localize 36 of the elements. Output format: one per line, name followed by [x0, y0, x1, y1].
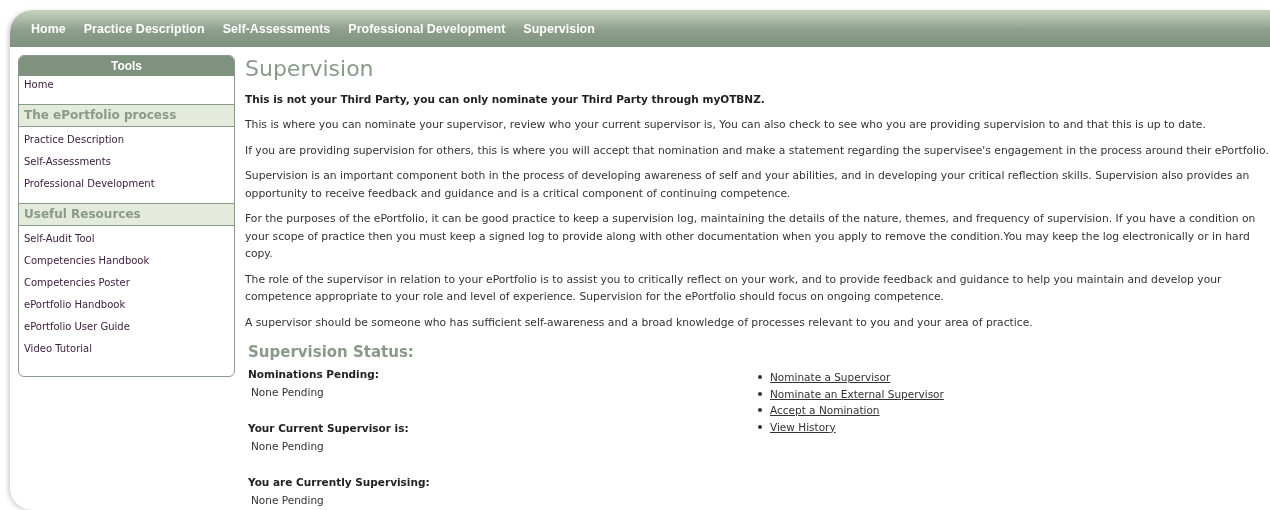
- action-link[interactable]: Accept a Nomination: [770, 404, 880, 417]
- sidebar-link[interactable]: Competencies Handbook: [19, 252, 234, 274]
- sidebar-link[interactable]: ePortfolio Handbook: [19, 296, 234, 318]
- paragraph: For the purposes of the ePortfolio, it can be good practice to keep a supervision log, maintaining the details of the nature, themes, and frequency of supervision. If you have a condition on your scope of practice then you must keep a signed log to provide along with other documentation when you apply to remove the condition.You may keep the log electronically or in hard copy.: [245, 211, 1257, 262]
- sidebar-link[interactable]: Self-Audit Tool: [19, 230, 234, 252]
- action-link[interactable]: View History: [770, 420, 836, 433]
- paragraph: Supervision is an important component both in the process of developing awareness of self and your abilities, and in developing your critical reflection skills. Supervision also provides an opportunity to receive feedback and guidance and is a critical component of continuing competence.: [245, 168, 1251, 202]
- paragraph: A supervisor should be someone who has sufficient self-awareness and a broad knowledge of processes relevant to you and your area of practice.: [245, 314, 1034, 331]
- section-title: Supervision Status:: [248, 343, 415, 361]
- page-title: Supervision: [245, 56, 375, 82]
- paragraph: This is where you can nominate your supervisor, review who your current supervisor is, You can also check to see who you are providing supervision to and that this is up to date.: [245, 117, 1207, 133]
- section-heading: The ePortfolio process: [19, 104, 234, 127]
- status-label: You are Currently Supervising:: [248, 475, 431, 490]
- notice-text: This is not your Third Party, you can only nominate your Third Party through myOTBNZ.: [245, 92, 766, 107]
- status-value: None Pending: [250, 439, 325, 454]
- section-heading: Useful Resources: [19, 203, 234, 226]
- sidebar-link[interactable]: Home: [19, 76, 234, 98]
- bullet-icon: [758, 408, 762, 413]
- sidebar-link[interactable]: Self-Assessments: [19, 153, 234, 175]
- paragraph: The role of the supervisor in relation to your ePortfolio is to assist you to critically reflect on your work, and to provide feedback and guidance to help you maintain and develop your competence appropriate to your role and level of experience. Supervision for the ePortfolio should focus on ongoing competence.: [245, 271, 1223, 305]
- status-label: Your Current Supervisor is:: [248, 421, 410, 436]
- sidebar-link[interactable]: Professional Development: [19, 175, 234, 197]
- sidebar-link[interactable]: Video Tutorial: [19, 340, 234, 362]
- sidebar-link[interactable]: Practice Description: [19, 131, 234, 153]
- bullet-icon: [758, 424, 762, 429]
- status-label: Nominations Pending:: [248, 367, 380, 382]
- sidebar-link[interactable]: Competencies Poster: [19, 274, 234, 296]
- action-link[interactable]: Nominate an External Supervisor: [770, 387, 944, 400]
- panel-title: Tools: [19, 56, 234, 76]
- paragraph: If you are providing supervision for others, this is where you will accept that nomination and make a statement regarding the supervisee's engagement in the process around their ePortfolio.: [245, 142, 1270, 159]
- status-value: None Pending: [250, 385, 325, 400]
- sidebar-link[interactable]: ePortfolio User Guide: [19, 318, 234, 340]
- bullet-icon: [758, 375, 762, 380]
- status-value: None Pending: [250, 493, 325, 508]
- bullet-icon: [758, 391, 762, 396]
- action-link[interactable]: Nominate a Supervisor: [770, 371, 891, 384]
